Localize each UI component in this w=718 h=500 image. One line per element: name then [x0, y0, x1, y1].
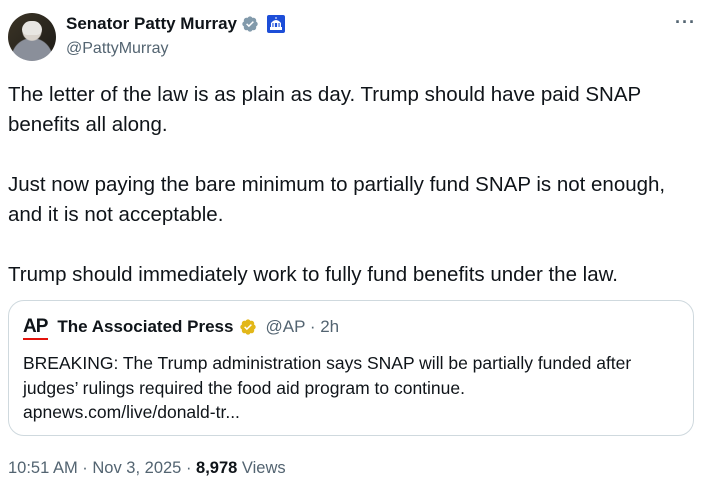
- quoted-tweet-card[interactable]: AP The Associated Press @AP · 2h BREAKIN…: [8, 300, 694, 436]
- quoted-author-name: The Associated Press: [57, 317, 234, 336]
- author-handle[interactable]: @PattyMurray: [66, 40, 168, 58]
- quoted-tweet-header: AP The Associated Press @AP · 2h: [23, 316, 340, 340]
- capitol-badge-icon: [267, 15, 285, 33]
- author-name-row: Senator Patty Murray: [66, 14, 285, 34]
- verified-gold-badge-icon: [240, 319, 257, 335]
- verified-badge-icon: [242, 16, 258, 32]
- tweet-footer: 10:51 AM · Nov 3, 2025 · 8,978 Views: [8, 459, 286, 478]
- tweet-text: The letter of the law is as plain as day…: [8, 83, 666, 286]
- more-icon[interactable]: ···: [675, 12, 696, 33]
- avatar[interactable]: [8, 13, 56, 61]
- views-count: 8,978: [196, 459, 238, 477]
- ap-logo: AP: [23, 316, 49, 340]
- quoted-tweet-text: BREAKING: The Trump administration says …: [23, 353, 632, 422]
- quoted-meta: @AP · 2h: [265, 317, 340, 336]
- author-name[interactable]: Senator Patty Murray: [66, 14, 237, 34]
- views-label: Views: [237, 459, 286, 477]
- tweet-timestamp[interactable]: 10:51 AM · Nov 3, 2025 ·: [8, 459, 196, 477]
- avatar-hair: [22, 21, 42, 35]
